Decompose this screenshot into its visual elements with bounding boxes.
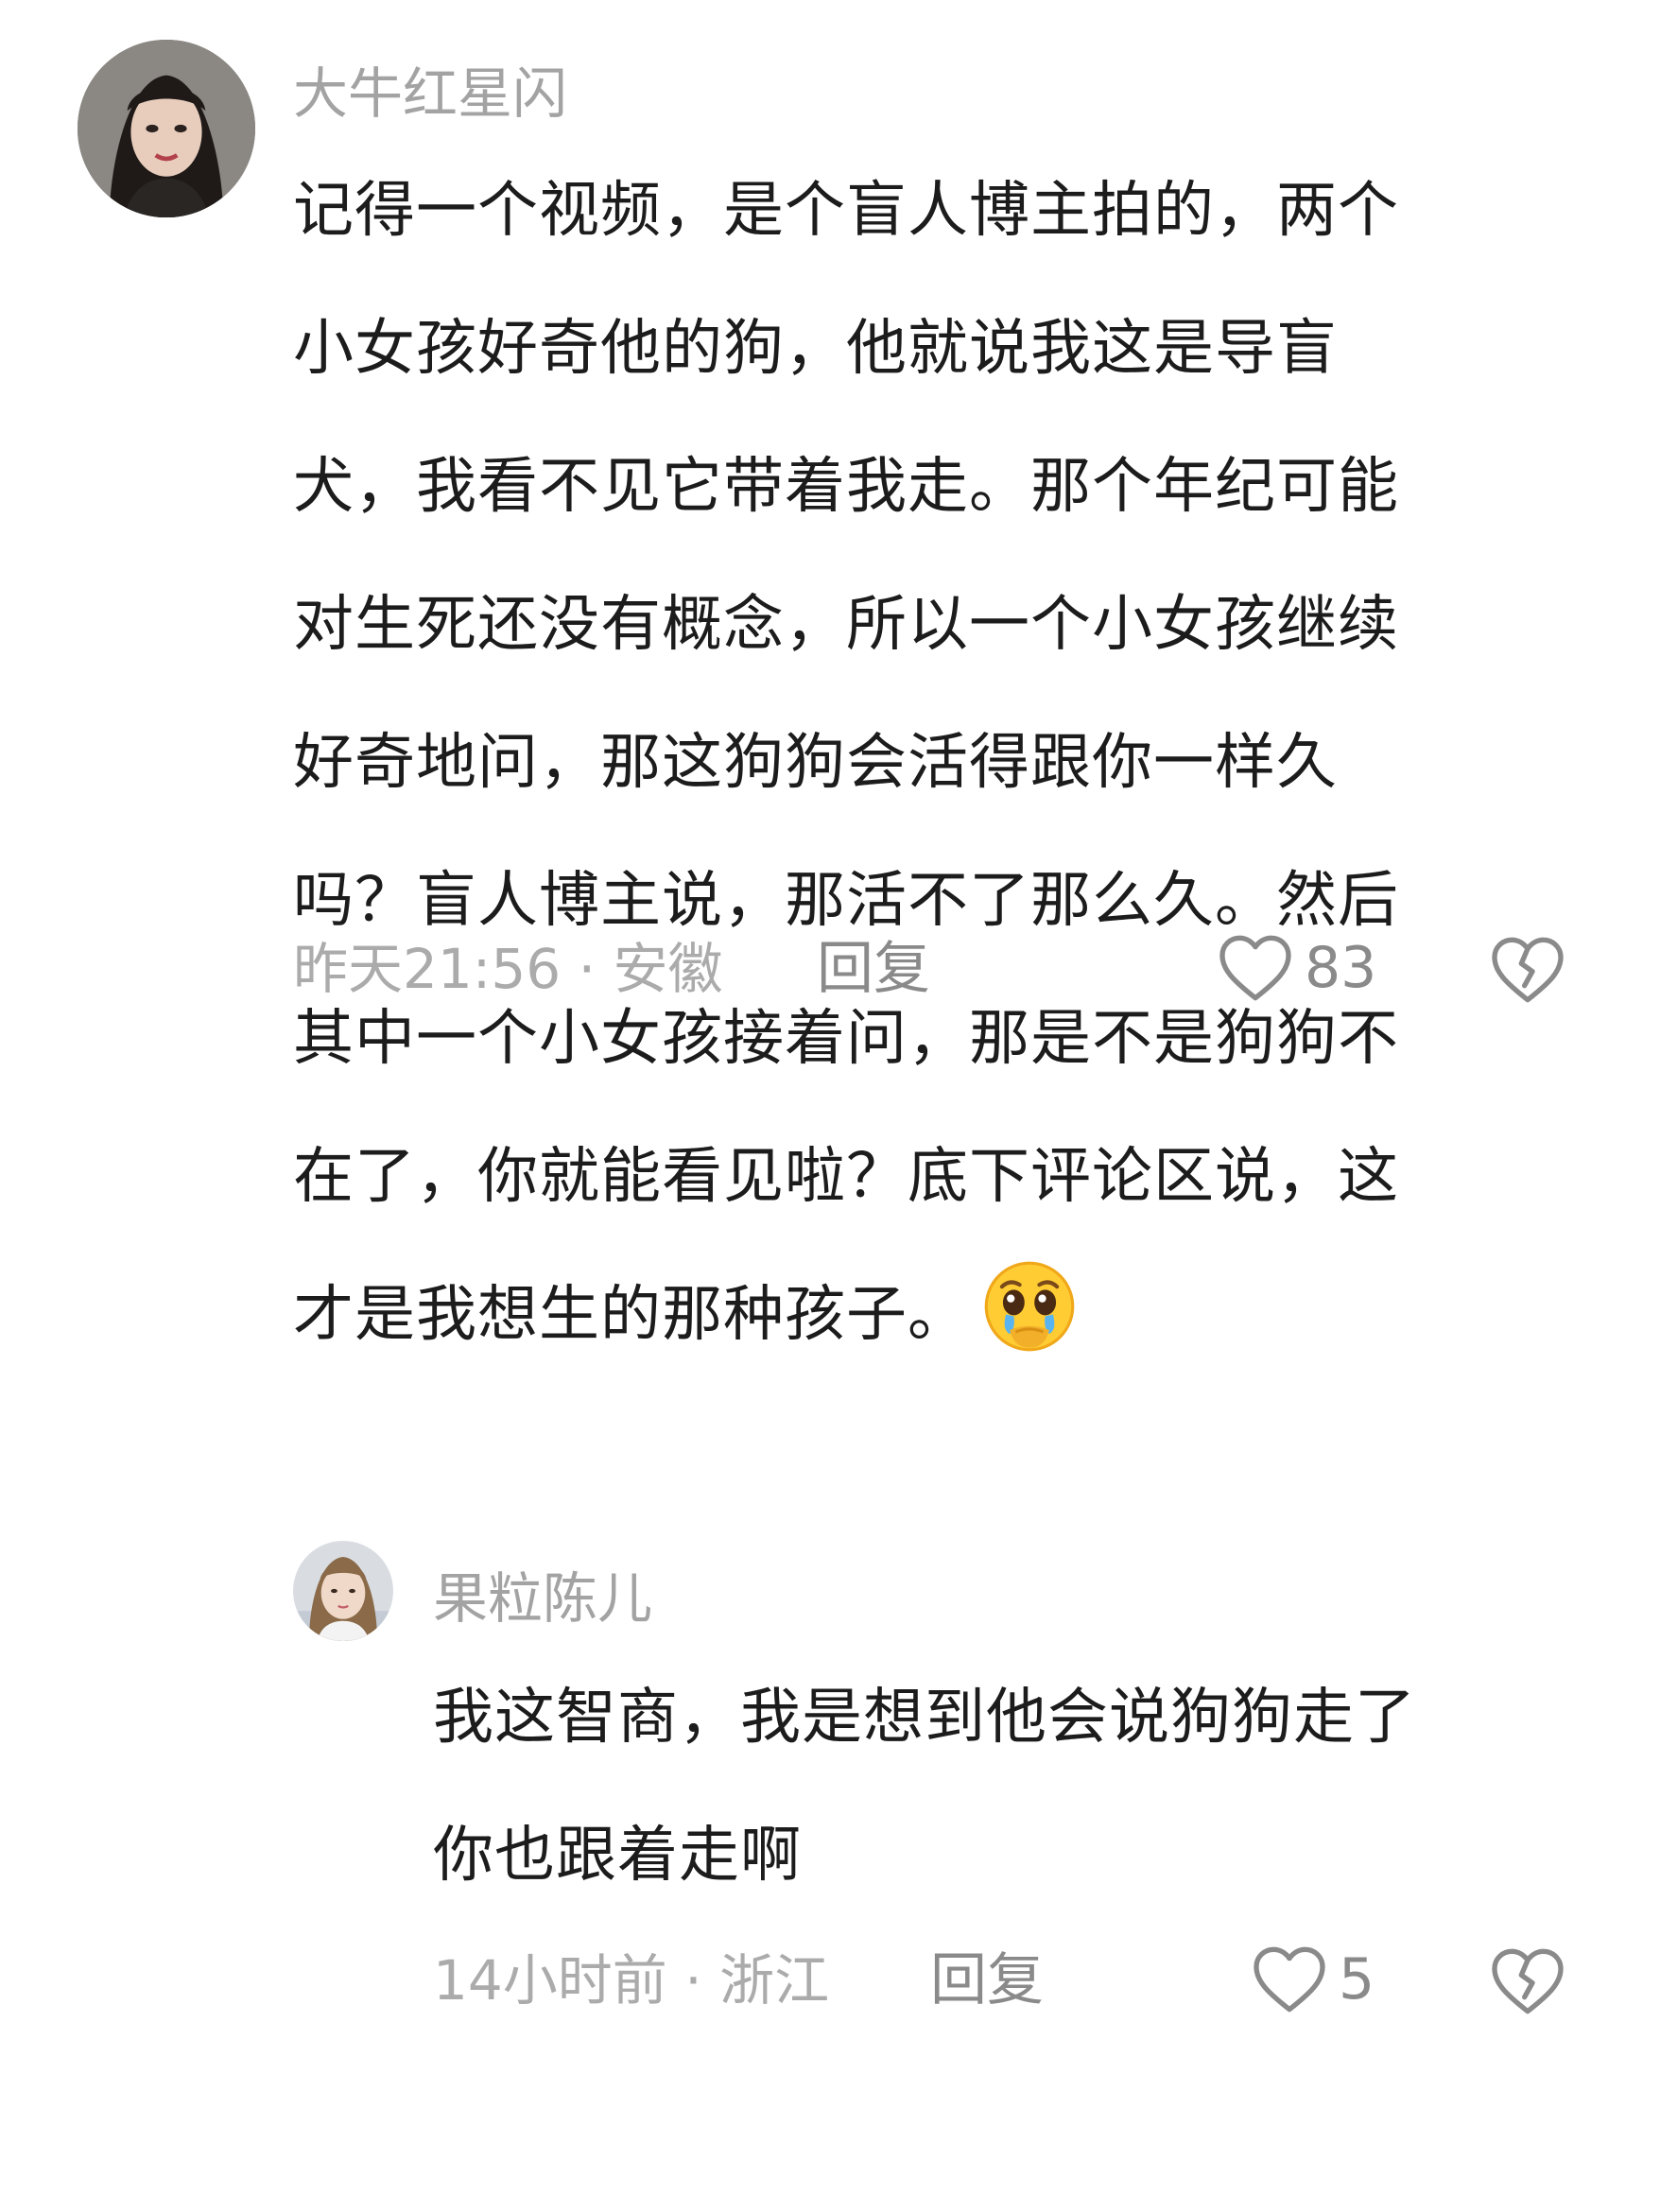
comment-body: 记得一个视频，是个盲人博主拍的，两个 小女孩好奇他的狗，他就说我这是导盲 犬，我…	[293, 142, 1399, 1384]
comment-line-last: 才是我想生的那种孩子。	[293, 1246, 1399, 1384]
comment-line: 对生死还没有概念，所以一个小女孩继续	[293, 590, 1399, 660]
reply-dislike-button[interactable]	[1490, 1945, 1565, 2017]
comment-line: 好奇地问，那这狗狗会活得跟你一样久	[293, 728, 1338, 798]
comment-reply-button[interactable]: 回复	[817, 936, 930, 1002]
comment-like-button[interactable]: 83	[1218, 932, 1376, 1004]
commenter-avatar[interactable]	[78, 40, 255, 217]
commenter-username[interactable]: 大牛红星闪	[293, 60, 567, 127]
comment-line-text: 才是我想生的那种孩子。	[293, 1280, 969, 1350]
reply-like-button[interactable]: 5	[1252, 1944, 1375, 2015]
comment-line: 记得一个视频，是个盲人博主拍的，两个	[293, 176, 1399, 246]
broken-heart-icon	[1492, 937, 1564, 1003]
user-avatar-icon	[293, 1541, 393, 1641]
replier-avatar[interactable]	[293, 1541, 393, 1641]
reply-like-count: 5	[1339, 1946, 1375, 2013]
comment-line: 在了，你就能看见啦？底下评论区说，这	[293, 1142, 1399, 1212]
broken-heart-icon	[1492, 1948, 1564, 2014]
user-avatar-icon	[78, 40, 255, 217]
comment-like-count: 83	[1305, 935, 1377, 1001]
comment-line: 小女孩好奇他的狗，他就说我这是导盲	[293, 314, 1338, 384]
heart-icon	[1219, 935, 1291, 1001]
heart-icon	[1254, 1946, 1325, 2013]
comment-timestamp-location: 昨天21:56 · 安徽	[293, 937, 723, 1001]
pleading-face-emoji-icon	[980, 1257, 1079, 1356]
reply-line: 你也跟着走啊	[433, 1821, 802, 1891]
reply-reply-button[interactable]: 回复	[930, 1947, 1044, 2013]
replier-username[interactable]: 果粒陈儿	[433, 1565, 652, 1632]
comment-dislike-button[interactable]	[1490, 934, 1565, 1006]
reply-body: 我这智商，我是想到他会说狗狗走了 你也跟着走啊	[433, 1649, 1416, 1925]
reply-timestamp-location: 14小时前 · 浙江	[433, 1948, 830, 2013]
reply-line: 我这智商，我是想到他会说狗狗走了	[433, 1683, 1416, 1753]
comment-line: 犬，我看不见它带着我走。那个年纪可能	[293, 452, 1399, 522]
